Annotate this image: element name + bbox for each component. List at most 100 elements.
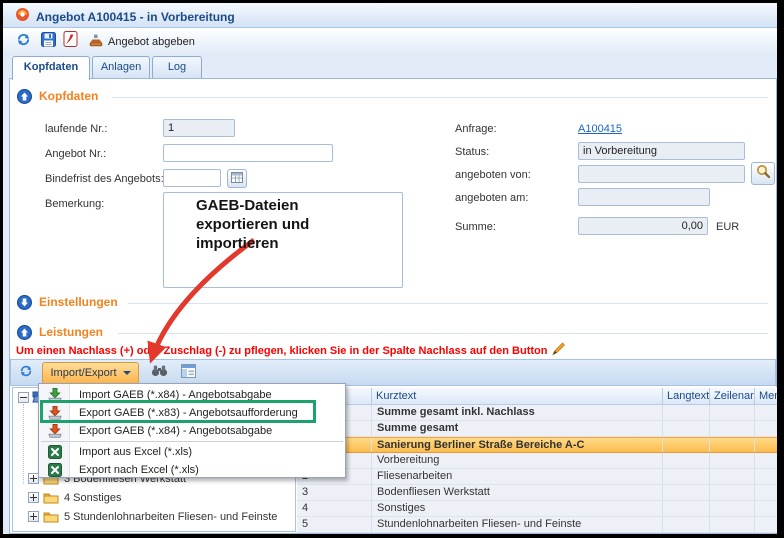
column-header-langtext[interactable]: Langtext xyxy=(663,388,710,404)
cell-langtext xyxy=(663,453,710,468)
table-row[interactable]: Summe gesamt xyxy=(297,421,777,437)
angeboten-am-label: angeboten am: xyxy=(455,192,528,204)
angebot-nr-field[interactable] xyxy=(163,144,333,162)
nachlass-hint-text: Um einen Nachlass (+) oder Zuschlag (-) … xyxy=(16,345,547,357)
grid-refresh-button[interactable] xyxy=(14,362,38,384)
cell-zeilenart xyxy=(710,501,755,516)
cell-langtext xyxy=(663,517,710,532)
main-toolbar: Angebot abgeben xyxy=(3,28,777,56)
cell-menge xyxy=(755,517,777,532)
calendar-button[interactable] xyxy=(227,169,247,188)
grid-toolbar: Import/Export xyxy=(10,359,776,386)
menu-item-export-excel[interactable]: Export nach Excel (*.xls) xyxy=(40,461,344,479)
search-button[interactable] xyxy=(751,162,775,185)
status-label: Status: xyxy=(455,146,489,158)
cell-kurztext: Sanierung Berliner Straße Bereiche A-C xyxy=(372,438,663,452)
cell-kurztext: Bodenfliesen Werkstatt xyxy=(372,485,663,500)
refresh-icon xyxy=(19,364,33,383)
window-title: Angebot A100415 - in Vorbereitung xyxy=(36,10,235,24)
cell-zeilenart xyxy=(710,421,755,436)
anfrage-link[interactable]: A100415 xyxy=(578,123,622,135)
angeboten-von-label: angeboten von: xyxy=(455,169,531,181)
currency-label: EUR xyxy=(716,221,739,233)
table-row[interactable]: 4Sonstiges xyxy=(297,501,777,517)
collapse-section-icon[interactable] xyxy=(17,89,32,109)
tab-label: Kopfdaten xyxy=(24,61,78,73)
cell-menge xyxy=(755,469,777,484)
cell-langtext xyxy=(663,501,710,516)
cell-kurztext: Summe gesamt inkl. Nachlass xyxy=(372,405,663,420)
cell-zeilenart xyxy=(710,453,755,468)
layout-button[interactable] xyxy=(176,362,200,384)
tree-guide-line xyxy=(23,404,24,484)
tree-item-label: 5 Stundenlohnarbeiten Fliesen- und Feins… xyxy=(64,511,277,523)
table-row-selected[interactable]: Sanierung Berliner Straße Bereiche A-C xyxy=(297,437,777,453)
column-header-menge[interactable]: Menge xyxy=(755,388,777,404)
tab-kopfdaten[interactable]: Kopfdaten xyxy=(12,56,90,80)
submit-offer-label: Angebot abgeben xyxy=(108,36,195,48)
cell-langtext xyxy=(663,485,710,500)
bindefrist-field[interactable] xyxy=(163,169,221,187)
menu-separator xyxy=(41,441,343,442)
save-button[interactable] xyxy=(36,31,60,52)
laufende-nr-field[interactable] xyxy=(163,119,235,137)
column-header-kurztext[interactable]: Kurztext xyxy=(372,388,663,404)
cell-oz: 4 xyxy=(297,501,372,516)
cell-zeilenart xyxy=(710,517,755,532)
table-row[interactable]: 1Vorbereitung xyxy=(297,453,777,469)
search-icon xyxy=(756,164,771,184)
cell-kurztext: Summe gesamt xyxy=(372,421,663,436)
tree-expand-icon[interactable] xyxy=(28,492,39,503)
section-divider xyxy=(118,333,768,334)
menu-item-import-excel[interactable]: Import aus Excel (*.xls) xyxy=(40,443,344,461)
cell-zeilenart xyxy=(710,405,755,420)
export-gaeb-icon xyxy=(40,423,70,439)
table-row[interactable]: 2Fliesenarbeiten xyxy=(297,469,777,485)
cell-oz: 5 xyxy=(297,517,372,532)
tab-label: Log xyxy=(168,61,186,73)
cell-kurztext: Vorbereitung xyxy=(372,453,663,468)
bindefrist-label: Bindefrist des Angebots: xyxy=(45,173,164,185)
cell-menge xyxy=(755,501,777,516)
table-row[interactable]: Summe gesamt inkl. Nachlass xyxy=(297,405,777,421)
menu-item-export-gaeb-x84[interactable]: Export GAEB (*.x84) - Angebotsabgabe xyxy=(40,422,344,440)
menu-item-label: Import aus Excel (*.xls) xyxy=(70,446,192,458)
cell-menge xyxy=(755,405,777,420)
tree-collapse-icon[interactable] xyxy=(18,392,29,403)
refresh-icon xyxy=(16,32,31,52)
submit-offer-button[interactable]: Angebot abgeben xyxy=(82,31,201,52)
section-title-leistungen: Leistungen xyxy=(39,325,103,339)
refresh-button[interactable] xyxy=(11,31,35,52)
tab-anlagen[interactable]: Anlagen xyxy=(92,56,150,78)
angebot-nr-label: Angebot Nr.: xyxy=(45,148,106,160)
tree-item-label: 4 Sonstiges xyxy=(64,492,121,504)
folder-icon xyxy=(43,491,59,507)
cell-menge xyxy=(755,421,777,436)
binoculars-button[interactable] xyxy=(147,362,171,384)
summe-label: Summe: xyxy=(455,221,496,233)
section-title-kopfdaten: Kopfdaten xyxy=(39,89,98,103)
table-header-row: Kurztext Langtext Zeilenart Menge xyxy=(297,388,777,405)
binoculars-icon xyxy=(151,364,168,382)
stamp-icon xyxy=(88,33,103,51)
import-export-button[interactable]: Import/Export xyxy=(42,362,139,384)
summe-field[interactable] xyxy=(578,217,708,235)
expand-section-icon[interactable] xyxy=(17,295,32,315)
pdf-button[interactable] xyxy=(58,31,82,52)
cell-kurztext: Stundenlohnarbeiten Fliesen- und Feinste xyxy=(372,517,663,532)
cell-menge xyxy=(755,453,777,468)
import-export-label: Import/Export xyxy=(50,367,116,379)
tree-expand-icon[interactable] xyxy=(28,511,39,522)
angeboten-am-field[interactable] xyxy=(578,188,710,206)
layout-icon xyxy=(181,364,196,383)
folder-icon xyxy=(43,510,59,526)
angeboten-von-field[interactable] xyxy=(578,165,745,183)
status-field[interactable] xyxy=(578,142,745,160)
table-row[interactable]: 5Stundenlohnarbeiten Fliesen- und Feinst… xyxy=(297,517,777,533)
excel-icon xyxy=(40,463,70,477)
table-row[interactable]: 3Bodenfliesen Werkstatt xyxy=(297,485,777,501)
column-header-zeilenart[interactable]: Zeilenart xyxy=(710,388,755,404)
tab-log[interactable]: Log xyxy=(152,56,202,78)
bemerkung-label: Bemerkung: xyxy=(45,198,104,210)
chevron-down-icon xyxy=(123,371,131,375)
